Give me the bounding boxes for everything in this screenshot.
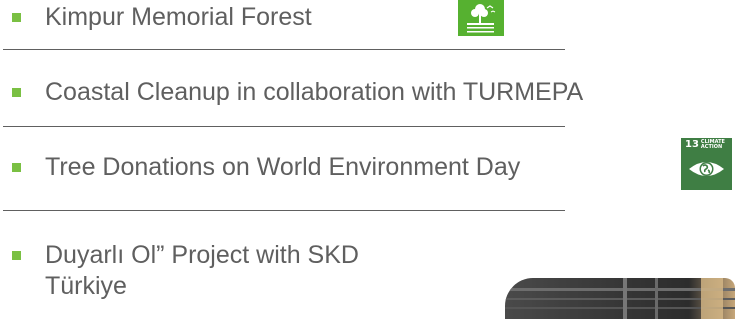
bullet-icon <box>12 88 21 97</box>
list-item-duyarli-ol: Duyarlı Ol” Project with SKD Türkiye <box>0 240 405 302</box>
item-label: Tree Donations on World Environment Day <box>45 153 521 181</box>
sdg15-life-on-land-icon <box>458 0 504 36</box>
photo-thumbnail <box>505 278 735 319</box>
bullet-icon <box>12 13 21 22</box>
item-label: Coastal Cleanup in collaboration with TU… <box>45 78 584 106</box>
bullet-icon <box>12 163 21 172</box>
divider <box>3 126 565 127</box>
bullet-icon <box>12 251 21 260</box>
item-label: Kimpur Memorial Forest <box>45 3 312 31</box>
divider <box>3 49 565 50</box>
list-item-kimpur: Kimpur Memorial Forest <box>0 2 312 33</box>
item-label: Duyarlı Ol” Project with SKD Türkiye <box>45 241 359 300</box>
sdg13-climate-action-icon: 13 CLIMATE ACTION <box>681 138 732 190</box>
list-item-coastal-cleanup: Coastal Cleanup in collaboration with TU… <box>0 77 583 108</box>
divider <box>3 210 565 211</box>
list-item-tree-donations: Tree Donations on World Environment Day <box>0 152 520 183</box>
slide: Kimpur Memorial Forest Coastal Cleanup i… <box>0 0 742 319</box>
